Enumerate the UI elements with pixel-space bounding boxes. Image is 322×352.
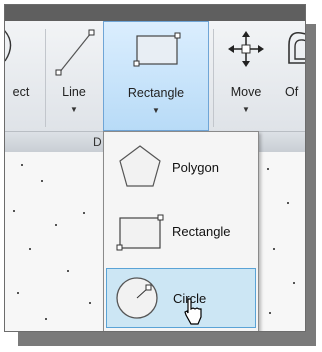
select-icon bbox=[5, 30, 12, 62]
rectangle-icon bbox=[116, 214, 164, 251]
grid-dot bbox=[21, 164, 23, 166]
offset-icon bbox=[288, 31, 305, 64]
line-icon bbox=[55, 29, 95, 76]
grid-dot bbox=[287, 202, 289, 204]
grid-dot bbox=[45, 318, 47, 320]
dropdown-item-label: Polygon bbox=[172, 160, 219, 175]
dropdown-item-polygon[interactable]: Polygon bbox=[106, 138, 256, 198]
grid-dot bbox=[293, 282, 295, 284]
chevron-down-icon: ▼ bbox=[152, 106, 160, 115]
grid-dot bbox=[267, 168, 269, 170]
move-icon bbox=[228, 31, 264, 67]
rectangle-tool-button[interactable]: Rectangle ▼ bbox=[103, 21, 209, 131]
rectangle-tool-label: Rectangle bbox=[127, 86, 185, 100]
circle-icon bbox=[116, 277, 158, 319]
rectangle-icon bbox=[133, 32, 181, 67]
draw-tool-dropdown: Polygon Rectangle Circle bbox=[103, 131, 259, 331]
line-tool-label: Line bbox=[62, 85, 86, 99]
dropdown-item-rectangle[interactable]: Rectangle bbox=[106, 202, 256, 262]
select-tool-button[interactable]: ect bbox=[5, 21, 47, 131]
screenshot-frame: ect Line ▼ Rectangle ▼ Move ▼ Of D Polyg… bbox=[4, 4, 306, 332]
grid-dot bbox=[55, 224, 57, 226]
line-tool-button[interactable]: Line ▼ bbox=[49, 21, 99, 131]
grid-dot bbox=[269, 312, 271, 314]
grid-dot bbox=[273, 248, 275, 250]
hand-cursor-icon bbox=[184, 298, 202, 325]
move-tool-label: Move bbox=[230, 85, 262, 99]
grid-dot bbox=[83, 212, 85, 214]
grid-dot bbox=[29, 248, 31, 250]
offset-tool-label: Of bbox=[285, 85, 299, 99]
polygon-icon bbox=[119, 145, 161, 187]
ribbon-separator bbox=[45, 29, 46, 127]
dropdown-item-label: Rectangle bbox=[172, 224, 231, 239]
grid-dot bbox=[13, 210, 15, 212]
ribbon-separator bbox=[213, 29, 214, 127]
offset-tool-button[interactable]: Of bbox=[281, 21, 305, 131]
ribbon-tab-strip bbox=[5, 5, 305, 21]
grid-dot bbox=[67, 270, 69, 272]
chevron-down-icon: ▼ bbox=[70, 105, 78, 114]
chevron-down-icon: ▼ bbox=[242, 105, 250, 114]
select-tool-label: ect bbox=[12, 85, 30, 99]
draw-panel-title: D bbox=[93, 135, 102, 149]
grid-dot bbox=[17, 292, 19, 294]
grid-dot bbox=[89, 302, 91, 304]
dropdown-item-circle[interactable]: Circle bbox=[106, 268, 256, 328]
move-tool-button[interactable]: Move ▼ bbox=[219, 21, 273, 131]
grid-dot bbox=[41, 180, 43, 182]
